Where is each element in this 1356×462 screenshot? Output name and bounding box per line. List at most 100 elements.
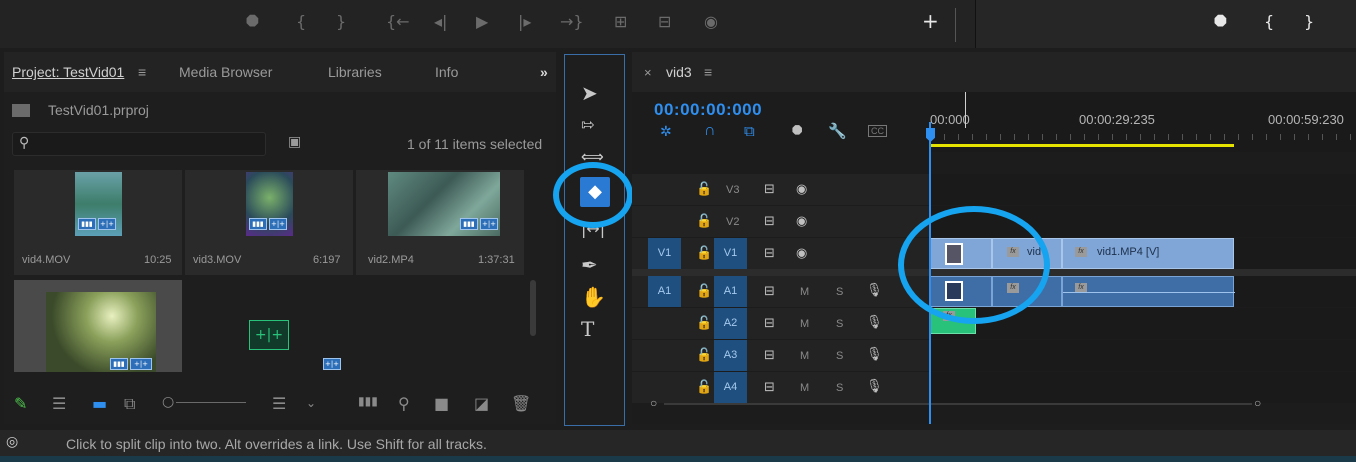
eye-icon[interactable]: ◉ [796, 246, 807, 261]
sync-lock-icon[interactable]: ⊟ [764, 284, 775, 299]
track-select-tool-icon[interactable]: ⇰ [581, 115, 594, 134]
mute-button[interactable]: M [800, 350, 809, 362]
marker-icon[interactable]: ⯃ [1214, 12, 1227, 32]
type-tool-icon[interactable]: T [581, 317, 594, 341]
lock-icon[interactable]: 🔓 [696, 214, 712, 229]
step-back-icon[interactable]: ◂| [434, 12, 447, 31]
project-item[interactable]: ▮▮▮ +|+ vid4.MOV 10:25 [14, 170, 182, 275]
track-lane[interactable] [930, 340, 1356, 371]
lock-icon[interactable]: 🔓 [696, 316, 712, 331]
solo-button[interactable]: S [836, 382, 843, 394]
lock-icon[interactable]: 🔓 [696, 380, 712, 395]
sync-lock-icon[interactable]: ⊟ [764, 214, 775, 229]
export-frame-icon[interactable]: ◉ [704, 12, 718, 31]
source-patch-a1[interactable]: A1 [648, 276, 681, 307]
automate-to-sequence-icon[interactable]: ▮▮▮ [358, 394, 378, 408]
microphone-icon[interactable]: 🎙 [866, 379, 883, 394]
work-area-bar[interactable] [930, 144, 1234, 147]
step-forward-icon[interactable]: |▸ [518, 12, 531, 31]
panel-overflow-icon[interactable]: » [540, 64, 548, 80]
sync-lock-icon[interactable]: ⊟ [764, 380, 775, 395]
search-input[interactable]: ⚲ [12, 132, 266, 156]
eye-icon[interactable]: ◉ [796, 182, 807, 197]
track-target-a4[interactable]: A4 [714, 372, 747, 403]
tab-project[interactable]: Project: TestVid01 [12, 64, 124, 80]
track-target-a2[interactable]: A2 [714, 308, 747, 339]
solo-button[interactable]: S [836, 350, 843, 362]
sort-icon[interactable]: ☰ [272, 394, 286, 413]
trash-icon[interactable]: 🗑 [511, 394, 531, 413]
sync-lock-icon[interactable]: ⊟ [764, 348, 775, 363]
nest-icon[interactable]: ✲ [660, 124, 672, 140]
track-target-v1[interactable]: V1 [714, 238, 747, 269]
tab-info[interactable]: Info [435, 64, 458, 80]
solo-button[interactable]: S [836, 286, 843, 298]
pen-tool-icon[interactable]: ✒ [581, 253, 598, 277]
zoom-slider-handle[interactable]: ○ [162, 394, 174, 410]
zoom-scroll-handle-left[interactable]: ○ [650, 396, 657, 410]
timeline-scrollbar[interactable] [664, 403, 1252, 405]
zoom-slider[interactable] [176, 402, 246, 403]
selection-tool-icon[interactable]: ➤ [581, 81, 598, 105]
tab-sequence[interactable]: vid3 [666, 64, 692, 80]
go-to-out-icon[interactable]: →} [560, 12, 584, 31]
find-icon[interactable]: ⚲ [398, 394, 410, 413]
write-mode-icon[interactable]: ✎ [14, 394, 27, 413]
add-marker-icon[interactable]: ⯃ [792, 124, 802, 139]
sync-lock-icon[interactable]: ⊟ [764, 182, 775, 197]
lock-icon[interactable]: 🔓 [696, 246, 712, 261]
project-item[interactable]: ▮▮▮ +|+ vid3.MOV 6:197 [185, 170, 353, 275]
hand-tool-icon[interactable]: ✋ [581, 285, 606, 309]
linked-selection-icon[interactable]: ⧉ [744, 122, 755, 140]
snap-icon[interactable]: ∩ [704, 122, 716, 140]
video-clip[interactable]: fx vid1.MP4 [V] [1062, 238, 1234, 269]
eye-icon[interactable]: ◉ [796, 214, 807, 229]
chevron-down-icon[interactable]: ⌄ [306, 396, 316, 410]
panel-menu-icon[interactable]: ≡ [704, 64, 712, 80]
tab-libraries[interactable]: Libraries [328, 64, 382, 80]
mark-out-icon[interactable]: } [336, 12, 346, 31]
mute-button[interactable]: M [800, 382, 809, 394]
project-scrollbar[interactable] [530, 280, 536, 336]
mute-button[interactable]: M [800, 318, 809, 330]
project-item[interactable]: ▮▮▮ +|+ vid2.MP4 1:37:31 [356, 170, 524, 275]
captions-icon[interactable]: CC [868, 125, 887, 137]
new-bin-icon[interactable]: ■ [434, 394, 449, 413]
mark-in-icon[interactable]: { [1264, 12, 1274, 31]
wrench-icon[interactable]: 🔧 [828, 122, 847, 140]
microphone-icon[interactable]: 🎙 [866, 347, 883, 362]
track-target-a1[interactable]: A1 [714, 276, 747, 307]
panel-menu-icon[interactable]: ≡ [138, 64, 146, 80]
creative-cloud-icon[interactable]: ◎ [6, 434, 18, 450]
sync-lock-icon[interactable]: ⊟ [764, 316, 775, 331]
zoom-scroll-handle-right[interactable]: ○ [1254, 396, 1261, 410]
go-to-in-icon[interactable]: {← [386, 12, 410, 31]
lock-icon[interactable]: 🔓 [696, 348, 712, 363]
solo-button[interactable]: S [836, 318, 843, 330]
source-patch-v1[interactable]: V1 [648, 238, 681, 269]
close-icon[interactable]: × [644, 65, 652, 80]
insert-icon[interactable]: ⊞ [614, 12, 627, 31]
mute-button[interactable]: M [800, 286, 809, 298]
audio-clip[interactable]: fx [1062, 276, 1235, 307]
sync-lock-icon[interactable]: ⊟ [764, 246, 775, 261]
track-lane[interactable] [930, 372, 1356, 403]
track-target-a3[interactable]: A3 [714, 340, 747, 371]
find-icon[interactable]: ▣ [288, 134, 301, 150]
track-lane[interactable] [930, 174, 1356, 205]
play-icon[interactable]: ▶ [476, 12, 488, 31]
add-button[interactable]: + [922, 9, 939, 33]
microphone-icon[interactable]: 🎙 [866, 283, 883, 298]
freeform-view-icon[interactable]: ⧉ [124, 394, 135, 414]
project-item[interactable]: ▮▮▮ +|+ [14, 280, 182, 372]
timecode-display[interactable]: 00:00:00:000 [654, 100, 762, 120]
list-view-icon[interactable]: ☰ [52, 394, 66, 413]
mark-in-icon[interactable]: { [296, 12, 306, 31]
tab-media-browser[interactable]: Media Browser [179, 64, 272, 80]
lock-icon[interactable]: 🔓 [696, 284, 712, 299]
overwrite-icon[interactable]: ⊟ [658, 12, 671, 31]
marker-icon[interactable]: ⯃ [246, 12, 259, 32]
time-ruler[interactable]: 00:000 00:00:29:235 00:00:59:230 [930, 92, 1356, 152]
project-item[interactable]: +|+ +|+ [185, 280, 353, 372]
icon-view-icon[interactable]: ▬ [92, 394, 107, 413]
